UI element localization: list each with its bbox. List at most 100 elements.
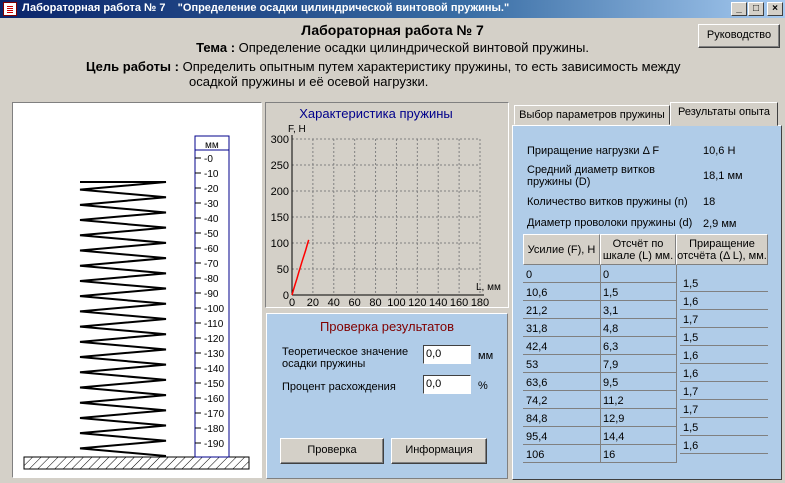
increment-cell: 1,6 — [680, 292, 768, 310]
ground-support — [23, 456, 250, 470]
reading-cell: 14,4 — [600, 427, 676, 445]
check-results-title: Проверка результатов — [319, 319, 455, 334]
info-button[interactable]: Информация — [391, 438, 487, 464]
x-tick-label: 80 — [369, 297, 381, 307]
goal-text-line2: осадкой пружины и её осевой нагрузки. — [189, 74, 429, 89]
page-title: Лабораторная работа № 7 — [301, 22, 484, 38]
ruler-tick-label: -90 — [204, 289, 219, 300]
ruler-tick-label: -140 — [204, 364, 224, 375]
goal-block: Цель работы : Определить опытным путем х… — [86, 59, 680, 89]
increment-cell: 1,7 — [680, 400, 768, 418]
tab-experiment-results[interactable]: Результаты опыта — [670, 102, 778, 126]
x-tick-label: 20 — [307, 297, 319, 307]
check-results-panel: Проверка результатов Теоретическое значе… — [266, 313, 508, 479]
force-cell: 31,8 — [523, 319, 600, 337]
force-cell: 84,8 — [523, 409, 600, 427]
theory-value-field[interactable]: 0,0 — [423, 345, 471, 364]
diff-value-field[interactable]: 0,0 — [423, 375, 471, 394]
y-tick-label: 300 — [271, 134, 289, 146]
increment-cell: 1,5 — [680, 418, 768, 436]
load-increment-label: Приращение нагрузки Δ F — [527, 145, 660, 157]
theory-label-line1: Теоретическое значение — [282, 346, 409, 358]
ruler-tick-label: -80 — [204, 274, 219, 285]
ruler-tick-label: -30 — [204, 199, 219, 210]
ruler-unit: мм — [205, 140, 219, 151]
x-tick-label: 0 — [289, 297, 295, 307]
force-cell: 0 — [523, 265, 600, 283]
ruler-tick-label: -70 — [204, 259, 219, 270]
ruler-tick-label: -60 — [204, 244, 219, 255]
ruler-tick-label: -50 — [204, 229, 219, 240]
ruler-tick-label: -170 — [204, 409, 224, 420]
topic-label: Тема : — [196, 40, 236, 55]
col-header-reading-line2: шкале (L) мм. — [602, 249, 674, 262]
ruler-tick-label: -0 — [204, 154, 213, 165]
ruler-tick-label: -160 — [204, 394, 224, 405]
goal-text-line1: Определить опытным путем характеристику … — [182, 59, 681, 74]
minimize-button[interactable]: _ — [731, 2, 747, 16]
chart-frame: Характеристика пружины F, Н L, мм 0 20 40 6… — [265, 102, 509, 309]
y-axis-label: F, Н — [288, 124, 306, 135]
ruler-tick-label: -10 — [204, 169, 219, 180]
reading-cell: 12,9 — [600, 409, 676, 427]
y-tick-label: 250 — [271, 160, 289, 172]
check-button[interactable]: Проверка — [280, 438, 384, 464]
x-tick-label: 60 — [349, 297, 361, 307]
force-cell: 53 — [523, 355, 600, 373]
reading-cell: 0 — [600, 265, 676, 283]
diameter-label: Средний диаметр витков пружины (D) — [527, 164, 655, 188]
reading-cell: 3,1 — [600, 301, 676, 319]
increment-cell: 1,7 — [680, 310, 768, 328]
col-header-increment-line1: Приращение — [689, 237, 755, 250]
spring-coil — [79, 181, 167, 457]
force-cell: 21,2 — [523, 301, 600, 319]
maximize-button[interactable]: □ — [748, 2, 764, 16]
increment-cell: 1,7 — [680, 382, 768, 400]
tab-spring-parameters[interactable]: Выбор параметров пружины — [514, 105, 670, 125]
col-header-increment-line2: отсчёта (Δ L), мм. — [677, 249, 767, 262]
increment-cell: 1,5 — [680, 328, 768, 346]
theory-label-line2: осадки пружины — [282, 358, 366, 370]
tabs-area: Выбор параметров пружины Результаты опыт… — [512, 102, 782, 480]
force-cell: 106 — [523, 445, 600, 463]
ruler-tick-label: -150 — [204, 379, 224, 390]
diameter-value: 18,1 мм — [703, 170, 743, 182]
reading-cell: 4,8 — [600, 319, 676, 337]
x-tick-label: 140 — [429, 297, 447, 307]
ruler-tick-label: -130 — [204, 349, 224, 360]
force-cell: 42,4 — [523, 337, 600, 355]
increment-cell: 1,6 — [680, 346, 768, 364]
ruler-tick-label: -110 — [204, 319, 224, 330]
close-button[interactable]: × — [767, 2, 783, 16]
force-cell: 10,6 — [523, 283, 600, 301]
x-tick-label: 160 — [450, 297, 468, 307]
window-title: Лабораторная работа № 7 "Определение оса… — [22, 2, 510, 14]
spring-app-icon[interactable] — [3, 2, 17, 16]
reading-cell: 9,5 — [600, 373, 676, 391]
increment-cell: 1,6 — [680, 436, 768, 454]
diff-unit: % — [478, 380, 488, 392]
ruler-tick-label: -100 — [204, 304, 224, 315]
y-tick-label: 200 — [271, 186, 289, 198]
x-tick-label: 120 — [408, 297, 426, 307]
y-tick-label: 0 — [283, 290, 289, 302]
col-header-reading-line1: Отсчёт по — [612, 237, 664, 250]
spring-drawing: мм -0 -10 -20 -30 -40 -50 -60 -70 -80 -90 -100 -110… — [23, 135, 250, 470]
diameter-label-line2: пружины (D) — [527, 176, 591, 188]
guide-button[interactable]: Руководство — [698, 24, 780, 48]
reading-cell: 16 — [600, 445, 676, 463]
increment-cell: 1,6 — [680, 364, 768, 382]
reading-cell: 7,9 — [600, 355, 676, 373]
chart-title: Характеристика пружины — [299, 106, 453, 121]
chart-ticks: 0 20 40 60 80 100 120 140 160 1800501001502002503… — [271, 134, 490, 309]
table-column-divider — [676, 265, 677, 463]
results-panel: Приращение нагрузки Δ F 10,6 Н Средний д… — [512, 125, 782, 480]
series-line — [291, 239, 310, 296]
wire-diameter-value: 2,9 мм — [703, 218, 737, 230]
ruler-tick-label: -40 — [204, 214, 219, 225]
ruler-tick-label: -190 — [204, 439, 224, 450]
title-bar: Лабораторная работа № 7 "Определение оса… — [0, 0, 785, 18]
col-header-force: Усилие (F), Н — [523, 234, 600, 265]
theory-unit: мм — [478, 350, 494, 362]
force-cell: 74,2 — [523, 391, 600, 409]
